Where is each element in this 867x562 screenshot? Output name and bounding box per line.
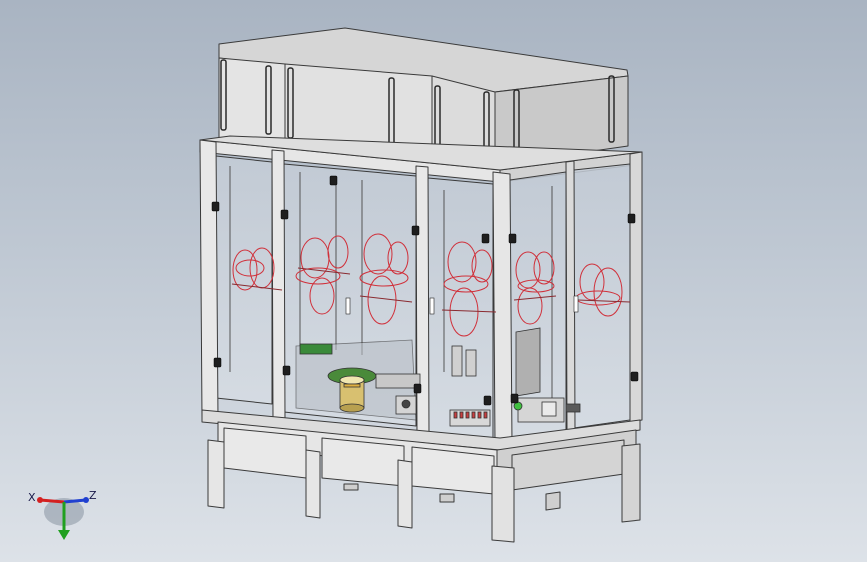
- machine-frame[interactable]: [199, 135, 643, 543]
- linear-feeder: [375, 373, 421, 389]
- x-axis-ball-icon: [37, 497, 43, 503]
- frame-leg: [621, 443, 641, 523]
- frame-post: [271, 149, 286, 421]
- sensor-bracket: [465, 349, 477, 377]
- frame-post: [492, 171, 513, 445]
- y-axis-arrow-icon: [58, 530, 70, 540]
- frame-post: [199, 139, 219, 421]
- electrical-panel: [515, 327, 541, 397]
- frame-post: [629, 151, 643, 423]
- graphics-viewport[interactable]: X Z: [0, 0, 867, 562]
- hinge-icon[interactable]: [280, 209, 289, 220]
- z-axis-label: Z: [89, 489, 97, 502]
- base-panel: [321, 437, 405, 487]
- hinge-icon[interactable]: [508, 233, 517, 244]
- hinge-icon[interactable]: [510, 393, 519, 404]
- hinge-icon[interactable]: [627, 213, 636, 224]
- circuit-board: [299, 343, 333, 355]
- hinge-icon[interactable]: [483, 395, 492, 406]
- latch-icon[interactable]: [429, 297, 435, 315]
- glass-panel-front-3: [427, 177, 494, 439]
- hinge-icon[interactable]: [481, 233, 490, 244]
- x-axis-line: [39, 498, 65, 504]
- view-orientation-triad[interactable]: X Z: [28, 489, 97, 540]
- glass-panel-front-1: [215, 155, 273, 405]
- latch-icon[interactable]: [345, 297, 351, 315]
- motor-shaft: [401, 399, 411, 409]
- frame-post: [415, 165, 430, 437]
- z-axis-line: [63, 498, 87, 504]
- 3d-model-view[interactable]: X Z: [0, 0, 867, 562]
- leveling-foot: [439, 493, 455, 503]
- x-axis-label: X: [28, 491, 36, 504]
- frame-leg: [305, 449, 321, 519]
- frame-post: [565, 160, 576, 432]
- frame-leg: [397, 459, 413, 529]
- latch-icon[interactable]: [573, 295, 579, 313]
- hinge-icon[interactable]: [413, 383, 422, 394]
- base-panel: [223, 427, 307, 479]
- sensor-bracket: [451, 345, 463, 377]
- control-unit: [517, 397, 565, 423]
- leveling-foot: [343, 483, 359, 491]
- relay-module: [541, 401, 557, 417]
- frame-leg: [545, 491, 561, 511]
- hinge-icon[interactable]: [411, 225, 420, 236]
- frame-leg: [207, 439, 225, 509]
- hinge-icon[interactable]: [211, 201, 220, 212]
- hinge-icon[interactable]: [630, 371, 639, 382]
- hinge-icon[interactable]: [213, 357, 222, 368]
- relay-module: [565, 403, 581, 413]
- hinge-icon[interactable]: [329, 175, 338, 186]
- hinge-icon[interactable]: [282, 365, 291, 376]
- frame-leg: [491, 465, 515, 543]
